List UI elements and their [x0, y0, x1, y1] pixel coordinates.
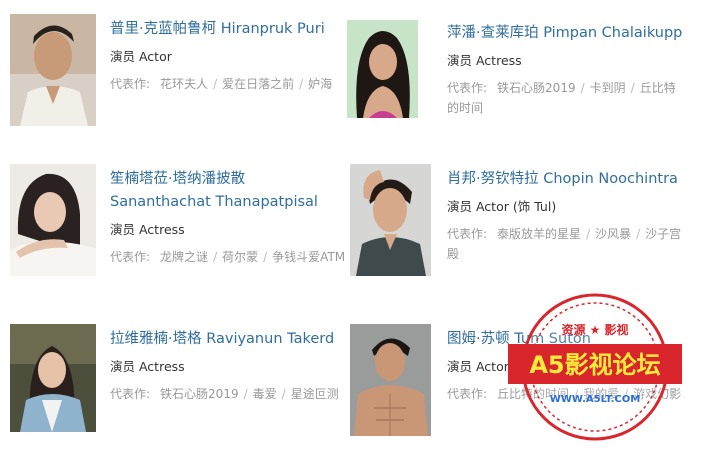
- cast-photo[interactable]: [350, 164, 431, 276]
- cast-role: 演员 Actor: [447, 359, 509, 374]
- work-link[interactable]: 争钱斗爱ATM: [272, 250, 345, 264]
- work-link[interactable]: 我的爱: [583, 387, 619, 401]
- cast-info: 图姆·苏顿 Tum Suton 演员 Actor 代表作: 丘比特的时间 / 我的爱 /…: [447, 328, 687, 404]
- cast-role: 演员 Actress: [110, 222, 185, 237]
- work-link[interactable]: 卡到阴: [590, 81, 626, 95]
- work-link[interactable]: 游戏幻影: [633, 387, 681, 401]
- cast-role: 演员 Actress: [447, 53, 522, 68]
- representative-works: 代表作: 铁石心肠2019/卡到阴 / 丘比特的时间: [447, 81, 676, 115]
- representative-works: 代表作: 铁石心肠2019/毒爱 / 星途叵测: [110, 387, 339, 401]
- cast-name-link[interactable]: 萍潘·查莱库珀 Pimpan Chalaikupp: [447, 22, 687, 45]
- cast-photo[interactable]: [10, 164, 96, 276]
- cast-role: 演员 Actress: [110, 359, 185, 374]
- representative-works: 代表作: 泰版放羊的星星 / 沙风暴 / 沙子宫殿: [447, 227, 682, 261]
- cast-card: 图姆·苏顿 Tum Suton 演员 Actor 代表作: 丘比特的时间 / 我的爱 /…: [350, 324, 690, 444]
- work-link[interactable]: 丘比特的时间: [497, 387, 569, 401]
- work-link[interactable]: 爱在日落之前: [222, 77, 294, 91]
- work-link[interactable]: 铁石心肠2019: [160, 387, 239, 401]
- works-label: 代表作:: [110, 250, 151, 264]
- cast-card: 普里·克蓝帕鲁柯 Hiranpruk Puri 演员 Actor 代表作: 花环夫…: [10, 14, 350, 134]
- cast-card: 笙楠塔莅·塔纳潘披散 Sananthachat Thanapatpisal 演员…: [10, 164, 350, 284]
- work-link[interactable]: 荷尔蒙: [222, 250, 258, 264]
- work-link[interactable]: 龙牌之谜: [160, 250, 208, 264]
- cast-photo[interactable]: [347, 20, 418, 118]
- cast-role: 演员 Actor (饰 Tul): [447, 199, 557, 214]
- cast-card: 肖邦·努钦特拉 Chopin Noochintra 演员 Actor (饰 Tu…: [350, 164, 690, 284]
- cast-name-link[interactable]: 图姆·苏顿 Tum Suton: [447, 328, 687, 351]
- cast-info: 普里·克蓝帕鲁柯 Hiranpruk Puri 演员 Actor 代表作: 花环夫…: [110, 18, 350, 94]
- work-link[interactable]: 沙风暴: [595, 227, 631, 241]
- works-label: 代表作:: [447, 81, 488, 95]
- works-label: 代表作:: [447, 387, 488, 401]
- works-label: 代表作:: [447, 227, 488, 241]
- cast-photo[interactable]: [10, 14, 96, 126]
- cast-role: 演员 Actor: [110, 49, 172, 64]
- representative-works: 代表作: 龙牌之谜 / 荷尔蒙 / 争钱斗爱ATM: [110, 250, 346, 264]
- cast-name-link[interactable]: 肖邦·努钦特拉 Chopin Noochintra: [447, 168, 687, 191]
- works-label: 代表作:: [110, 77, 151, 91]
- work-link[interactable]: 花环夫人: [160, 77, 208, 91]
- cast-card: 拉维雅楠·塔格 Raviyanun Takerd 演员 Actress 代表作:…: [10, 324, 350, 444]
- cast-photo[interactable]: [10, 324, 96, 432]
- cast-name-link[interactable]: 拉维雅楠·塔格 Raviyanun Takerd: [110, 328, 350, 351]
- cast-name-link[interactable]: 笙楠塔莅·塔纳潘披散 Sananthachat Thanapatpisal: [110, 168, 350, 214]
- cast-info: 萍潘·查莱库珀 Pimpan Chalaikupp 演员 Actress 代表作…: [447, 24, 687, 118]
- cast-info: 笙楠塔莅·塔纳潘披散 Sananthachat Thanapatpisal 演员…: [110, 168, 350, 267]
- work-link[interactable]: 铁石心肠2019: [497, 81, 576, 95]
- cast-info: 拉维雅楠·塔格 Raviyanun Takerd 演员 Actress 代表作:…: [110, 328, 350, 404]
- works-label: 代表作:: [110, 387, 151, 401]
- cast-card: 萍潘·查莱库珀 Pimpan Chalaikupp 演员 Actress 代表作…: [347, 20, 687, 140]
- representative-works: 代表作: 花环夫人 / 爱在日落之前 / 妒海: [110, 77, 333, 91]
- work-link[interactable]: 毒爱: [253, 387, 277, 401]
- cast-info: 肖邦·努钦特拉 Chopin Noochintra 演员 Actor (饰 Tu…: [447, 168, 687, 264]
- cast-photo[interactable]: [350, 324, 431, 436]
- work-link[interactable]: 妒海: [308, 77, 332, 91]
- cast-name-link[interactable]: 普里·克蓝帕鲁柯 Hiranpruk Puri: [110, 18, 350, 41]
- representative-works: 代表作: 丘比特的时间 / 我的爱 / 游戏幻影: [447, 387, 682, 401]
- work-link[interactable]: 泰版放羊的星星: [497, 227, 581, 241]
- work-link[interactable]: 星途叵测: [291, 387, 339, 401]
